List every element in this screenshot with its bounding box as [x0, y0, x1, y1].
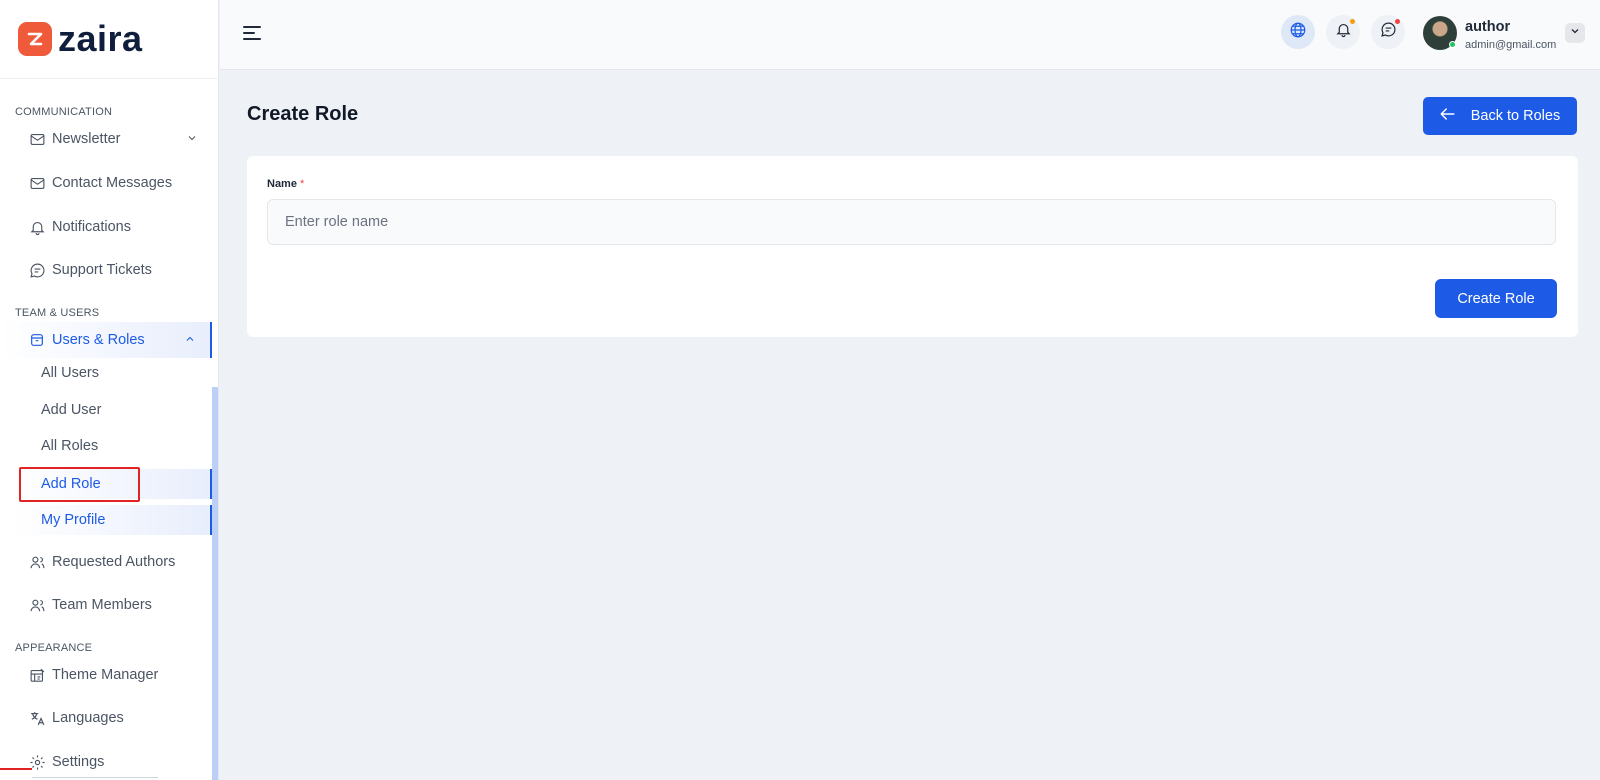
name-label-text: Name	[267, 178, 297, 190]
arrow-left-icon	[1440, 107, 1463, 125]
back-to-roles-button[interactable]: Back to Roles	[1423, 97, 1577, 135]
role-name-input[interactable]	[267, 199, 1556, 245]
chevron-up-icon	[184, 333, 196, 349]
sidebar-item-support-tickets[interactable]: Support Tickets	[0, 252, 212, 288]
menu-icon[interactable]	[242, 24, 262, 47]
archive-icon	[28, 331, 46, 349]
top-header: author admin@gmail.com	[220, 0, 1600, 70]
sidebar-item-requested-authors[interactable]: Requested Authors	[0, 544, 212, 580]
chat-bubble-icon	[28, 261, 46, 279]
chevron-down-icon	[1569, 24, 1581, 42]
palette-icon	[28, 666, 46, 684]
translate-icon	[28, 709, 46, 727]
user-email: admin@gmail.com	[1465, 39, 1557, 51]
sidebar-item-newsletter[interactable]: Newsletter	[0, 121, 212, 157]
sidebar-item-languages[interactable]: Languages	[0, 700, 212, 736]
user-menu-toggle[interactable]	[1565, 23, 1585, 43]
sidebar-subitem-add-role[interactable]: Add Role	[12, 469, 212, 499]
sidebar-subitem-my-profile[interactable]: My Profile	[12, 505, 212, 535]
sidebar-item-label: Notifications	[52, 219, 131, 235]
sidebar-item-settings[interactable]: Settings	[0, 744, 212, 780]
brand-name: zaira	[58, 18, 143, 59]
logo[interactable]: zaira	[0, 0, 218, 79]
mail-icon	[28, 174, 46, 192]
sidebar-subitem-all-roles[interactable]: All Roles	[12, 431, 212, 461]
notifications-button[interactable]	[1326, 15, 1360, 49]
sidebar-scrollbar[interactable]	[212, 387, 218, 780]
message-dot	[1395, 19, 1400, 24]
section-label-appearance: APPEARANCE	[15, 642, 93, 654]
sidebar-item-label: Settings	[52, 754, 105, 770]
online-status-dot	[1449, 41, 1456, 48]
sidebar-subitem-add-user[interactable]: Add User	[12, 395, 212, 425]
name-field-label: Name *	[267, 178, 304, 190]
section-label-team-users: TEAM & USERS	[15, 307, 100, 319]
sidebar-item-team-members[interactable]: Team Members	[0, 587, 212, 623]
user-name: author	[1465, 19, 1511, 35]
sidebar-item-theme-manager[interactable]: Theme Manager	[0, 657, 212, 693]
avatar[interactable]	[1423, 16, 1457, 50]
bell-icon	[28, 218, 46, 236]
sidebar-item-label: Contact Messages	[52, 175, 173, 191]
language-button[interactable]	[1281, 15, 1315, 49]
sidebar-item-label: Newsletter	[52, 131, 121, 147]
messages-button[interactable]	[1371, 15, 1405, 49]
back-button-label: Back to Roles	[1470, 108, 1561, 124]
sidebar-item-label: Support Tickets	[52, 262, 152, 278]
sidebar-item-contact-messages[interactable]: Contact Messages	[0, 165, 212, 201]
sidebar-item-users-roles[interactable]: Users & Roles	[0, 322, 212, 358]
sidebar-item-label: Users & Roles	[52, 332, 145, 348]
sidebar-item-label: Requested Authors	[52, 554, 176, 570]
logo-mark-icon	[18, 22, 52, 56]
bell-icon	[1335, 21, 1352, 43]
sidebar-item-label: Team Members	[52, 597, 152, 613]
section-label-communication: COMMUNICATION	[15, 106, 113, 118]
create-role-button[interactable]: Create Role	[1435, 279, 1557, 318]
sidebar: zaira COMMUNICATION Newsletter Contact M…	[0, 0, 219, 780]
chat-icon	[1380, 21, 1397, 43]
sidebar-item-notifications[interactable]: Notifications	[0, 209, 212, 245]
sidebar-item-label: Languages	[52, 710, 124, 726]
notification-dot	[1350, 19, 1355, 24]
page-title: Create Role	[247, 103, 359, 125]
required-mark: *	[300, 178, 305, 190]
sidebar-subitem-all-users[interactable]: All Users	[12, 358, 212, 388]
create-role-form: Name * Create Role	[247, 156, 1578, 337]
chevron-down-icon	[186, 132, 198, 148]
bottom-indicator	[0, 768, 32, 770]
mail-icon	[28, 130, 46, 148]
divider	[32, 777, 158, 778]
users-icon	[28, 596, 46, 614]
users-icon	[28, 553, 46, 571]
globe-icon	[1289, 21, 1307, 44]
sidebar-item-label: Theme Manager	[52, 667, 159, 683]
